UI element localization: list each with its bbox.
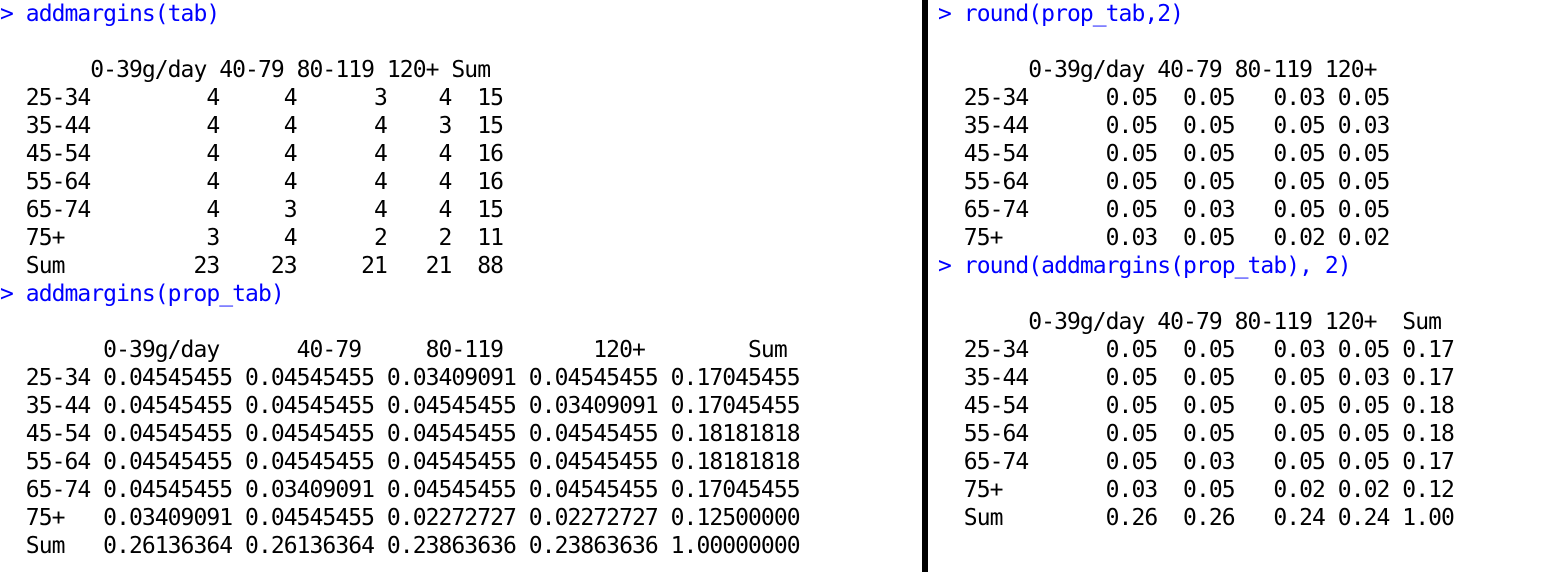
console-output-line: 35-44 4 4 4 3 15 bbox=[0, 113, 504, 139]
console-output-line: 75+ 0.03 0.05 0.02 0.02 bbox=[938, 225, 1391, 251]
console-output-line: 75+ 0.03 0.05 0.02 0.02 0.12 bbox=[938, 477, 1455, 503]
console-command-line: > round(prop_tab,2) bbox=[938, 1, 1184, 27]
console-output-line: 0-39g/day 40-79 80-119 120+ bbox=[938, 57, 1377, 83]
console-output-line: 0-39g/day 40-79 80-119 120+ Sum bbox=[0, 57, 491, 83]
console-output-line: Sum 0.26136364 0.26136364 0.23863636 0.2… bbox=[0, 533, 801, 559]
console-output-line: 45-54 4 4 4 4 16 bbox=[0, 141, 504, 167]
pane-divider[interactable] bbox=[922, 0, 928, 572]
console-output-line: 35-44 0.05 0.05 0.05 0.03 bbox=[938, 113, 1391, 139]
console-output-line: 35-44 0.05 0.05 0.05 0.03 0.17 bbox=[938, 365, 1455, 391]
console-output-line: 55-64 0.05 0.05 0.05 0.05 0.18 bbox=[938, 421, 1455, 447]
console-output-line: 65-74 0.05 0.03 0.05 0.05 bbox=[938, 197, 1391, 223]
console-output-line: Sum 0.26 0.26 0.24 0.24 1.00 bbox=[938, 505, 1455, 531]
console-command-line: > round(addmargins(prop_tab), 2) bbox=[938, 253, 1352, 279]
console-output-line: 45-54 0.05 0.05 0.05 0.05 0.18 bbox=[938, 393, 1455, 419]
console-output-line: 65-74 0.04545455 0.03409091 0.04545455 0… bbox=[0, 477, 801, 503]
right-console-pane[interactable]: > round(prop_tab,2) 0-39g/day 40-79 80-1… bbox=[938, 0, 1538, 572]
console-output-line: 55-64 0.05 0.05 0.05 0.05 bbox=[938, 169, 1391, 195]
console-output-line: Sum 23 23 21 21 88 bbox=[0, 253, 504, 279]
console-output-line: 25-34 0.04545455 0.04545455 0.03409091 0… bbox=[0, 365, 801, 391]
console-output-line: 55-64 0.04545455 0.04545455 0.04545455 0… bbox=[0, 449, 801, 475]
console-output-line: 0-39g/day 40-79 80-119 120+ Sum bbox=[0, 337, 788, 363]
console-output-line: 75+ 0.03409091 0.04545455 0.02272727 0.0… bbox=[0, 505, 801, 531]
console-output-line: 45-54 0.04545455 0.04545455 0.04545455 0… bbox=[0, 421, 801, 447]
console-output-line: 35-44 0.04545455 0.04545455 0.04545455 0… bbox=[0, 393, 801, 419]
console-command-line: > addmargins(prop_tab) bbox=[0, 281, 285, 307]
console-output-line: 75+ 3 4 2 2 11 bbox=[0, 225, 504, 251]
console-output-line: 55-64 4 4 4 4 16 bbox=[0, 169, 504, 195]
console-output-line: 65-74 0.05 0.03 0.05 0.05 0.17 bbox=[938, 449, 1455, 475]
console-output-line: 25-34 0.05 0.05 0.03 0.05 bbox=[938, 85, 1391, 111]
left-console-pane[interactable]: > addmargins(tab) 0-39g/day 40-79 80-119… bbox=[0, 0, 920, 572]
console-output-line: 25-34 0.05 0.05 0.03 0.05 0.17 bbox=[938, 337, 1455, 363]
console-output-line: 45-54 0.05 0.05 0.05 0.05 bbox=[938, 141, 1391, 167]
console-output-line: 0-39g/day 40-79 80-119 120+ Sum bbox=[938, 309, 1442, 335]
console-output-line: 25-34 4 4 3 4 15 bbox=[0, 85, 504, 111]
console-command-line: > addmargins(tab) bbox=[0, 1, 220, 27]
console-output-line: 65-74 4 3 4 4 15 bbox=[0, 197, 504, 223]
